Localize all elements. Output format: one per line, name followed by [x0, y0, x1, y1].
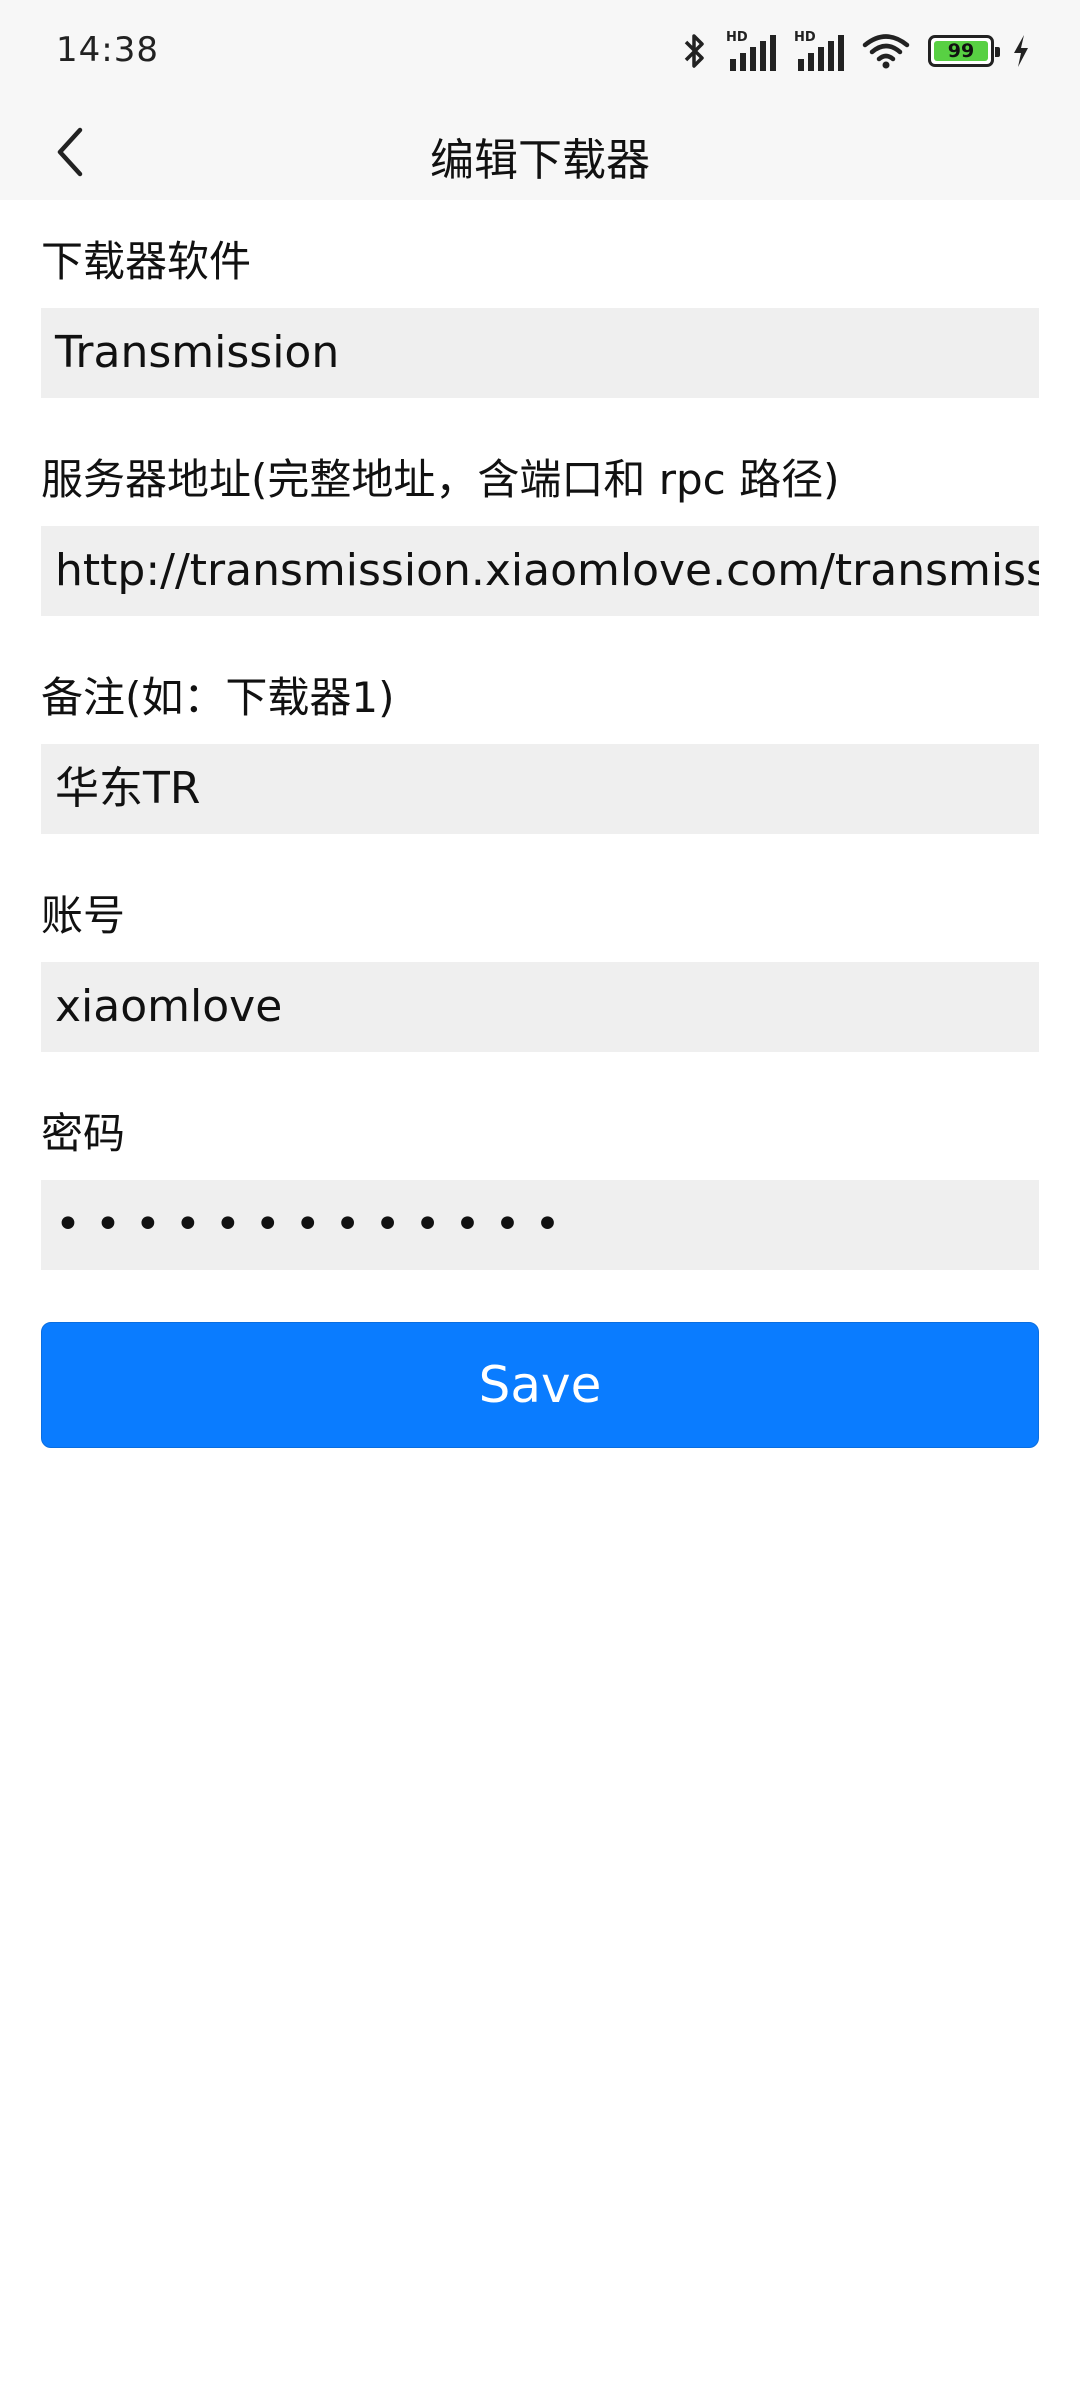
status-icons: HD HD 99	[682, 28, 1030, 74]
battery-icon: 99	[928, 35, 1000, 67]
server-field: 服务器地址(完整地址，含端口和 rpc 路径) http://transmiss…	[41, 450, 1039, 616]
app-bar: 编辑下载器	[0, 104, 1080, 200]
network-badge: HD	[794, 30, 816, 45]
battery-level: 99	[947, 40, 975, 62]
status-bar: 14:38 HD HD 99	[0, 0, 1080, 104]
note-field: 备注(如：下载器1) 华东TR	[41, 668, 1039, 834]
account-label: 账号	[41, 891, 126, 940]
edit-downloader-form: 下载器软件 Transmission 服务器地址(完整地址，含端口和 rpc 路…	[41, 232, 1039, 1448]
account-input[interactable]: xiaomlove	[41, 962, 1039, 1052]
server-label: 服务器地址(完整地址，含端口和 rpc 路径)	[41, 455, 840, 504]
software-input[interactable]: Transmission	[41, 308, 1039, 398]
signal-hd-icon: HD	[726, 29, 776, 73]
bluetooth-icon	[682, 31, 708, 71]
page-title: 编辑下载器	[430, 135, 650, 186]
server-input[interactable]: http://transmission.xiaomlove.com/transm…	[41, 526, 1039, 616]
status-time: 14:38	[56, 30, 159, 70]
software-label: 下载器软件	[41, 237, 252, 286]
password-label: 密码	[41, 1109, 126, 1158]
account-field: 账号 xiaomlove	[41, 886, 1039, 1052]
password-field: 密码 •••••••••••••	[41, 1104, 1039, 1270]
note-input[interactable]: 华东TR	[41, 744, 1039, 834]
wifi-icon	[862, 32, 910, 70]
software-field: 下载器软件 Transmission	[41, 232, 1039, 398]
save-button[interactable]: Save	[41, 1322, 1039, 1448]
network-badge: HD	[726, 30, 748, 45]
signal-hd-icon: HD	[794, 29, 844, 73]
battery-nub	[995, 47, 1000, 57]
note-label: 备注(如：下载器1)	[41, 673, 395, 722]
charging-icon	[1012, 34, 1030, 68]
password-input[interactable]: •••••••••••••	[41, 1180, 1039, 1270]
